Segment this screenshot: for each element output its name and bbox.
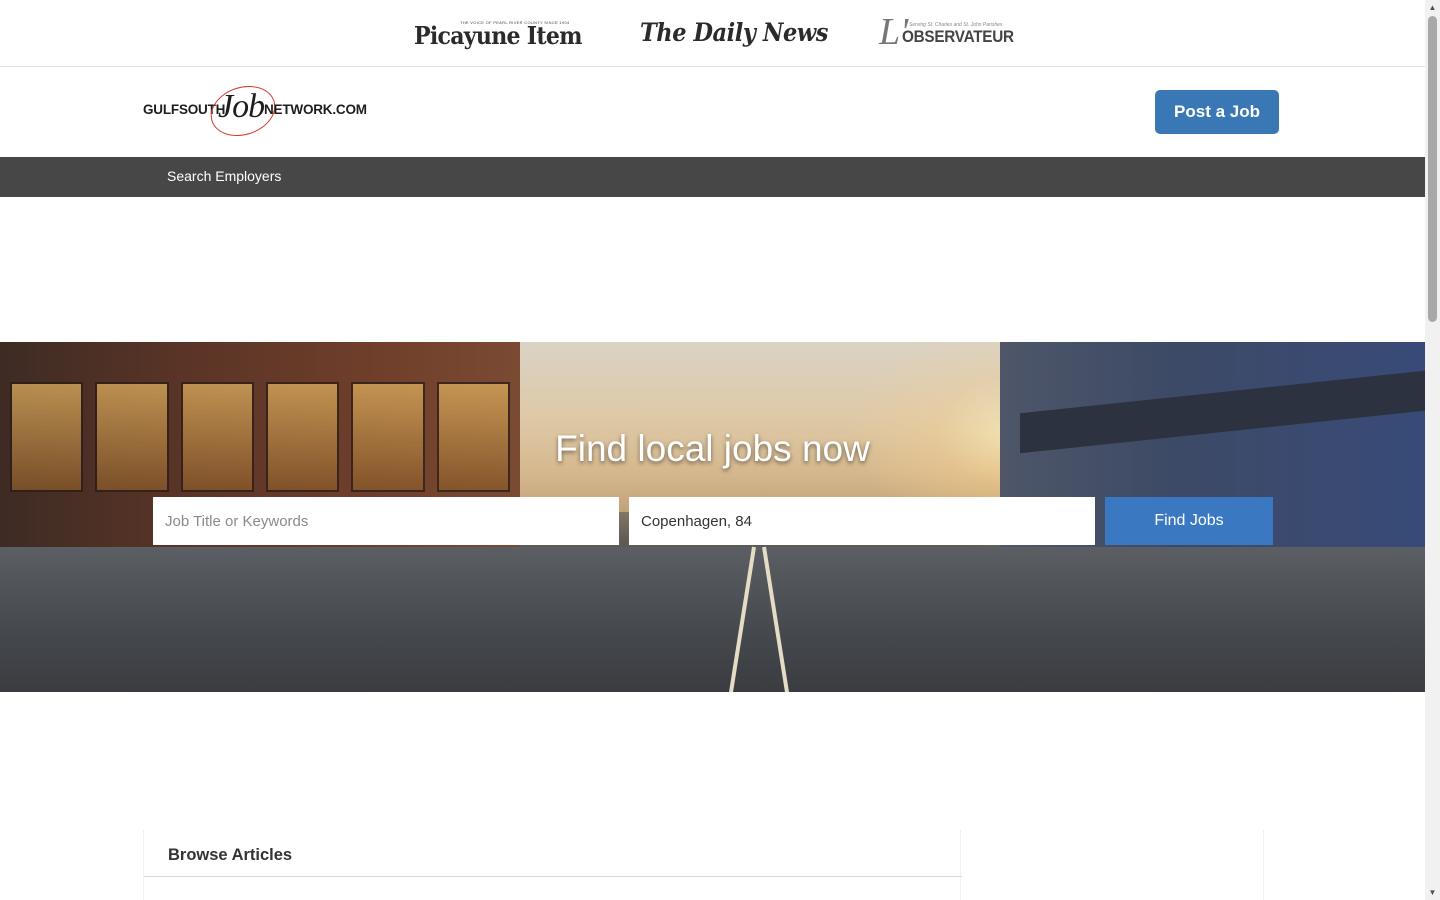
- scroll-down-icon[interactable]: ▼: [1425, 885, 1440, 900]
- daily-news-logo[interactable]: The Daily News: [640, 14, 828, 50]
- scrollbar-thumb[interactable]: [1428, 16, 1437, 322]
- scroll-up-icon[interactable]: ▲: [1425, 0, 1440, 15]
- daily-news-name: The Daily News: [640, 17, 828, 47]
- logo-job-word: Job: [218, 88, 265, 125]
- sidebar-card: [968, 830, 1264, 900]
- observateur-name: OBSERVATEUR: [902, 27, 1015, 46]
- find-jobs-button[interactable]: Find Jobs: [1105, 497, 1273, 545]
- main-nav: Search Employers: [0, 157, 1425, 197]
- browse-divider: [144, 876, 962, 877]
- site-logo[interactable]: GULFSOUTH Job NETWORK.COM: [143, 77, 369, 145]
- page-scrollbar[interactable]: ▲ ▼: [1425, 0, 1440, 900]
- hero-sky: [520, 342, 1000, 512]
- hero-road: [0, 547, 1425, 692]
- keywords-placeholder: Job Title or Keywords: [165, 512, 309, 530]
- picayune-name: Picayune Item: [414, 20, 583, 50]
- publication-bar: THE VOICE OF PEARL RIVER COUNTY SINCE 19…: [0, 0, 1425, 67]
- picayune-item-logo[interactable]: THE VOICE OF PEARL RIVER COUNTY SINCE 19…: [414, 14, 583, 50]
- hero-title: Find local jobs now: [555, 428, 870, 469]
- post-a-job-button[interactable]: Post a Job: [1155, 90, 1279, 134]
- site-header: GULFSOUTH Job NETWORK.COM Post a Job: [0, 67, 1425, 157]
- keywords-input[interactable]: Job Title or Keywords: [153, 497, 619, 545]
- location-value: Copenhagen, 84: [641, 512, 752, 530]
- browse-articles-title: Browse Articles: [168, 846, 293, 864]
- observateur-logo[interactable]: Serving St. Charles and St. John Parishe…: [879, 13, 1015, 51]
- location-input[interactable]: Copenhagen, 84: [629, 497, 1095, 545]
- logo-right-text: NETWORK.COM: [264, 102, 367, 117]
- nav-search-employers[interactable]: Search Employers: [167, 168, 281, 184]
- browse-articles-card: Browse Articles: [143, 830, 962, 900]
